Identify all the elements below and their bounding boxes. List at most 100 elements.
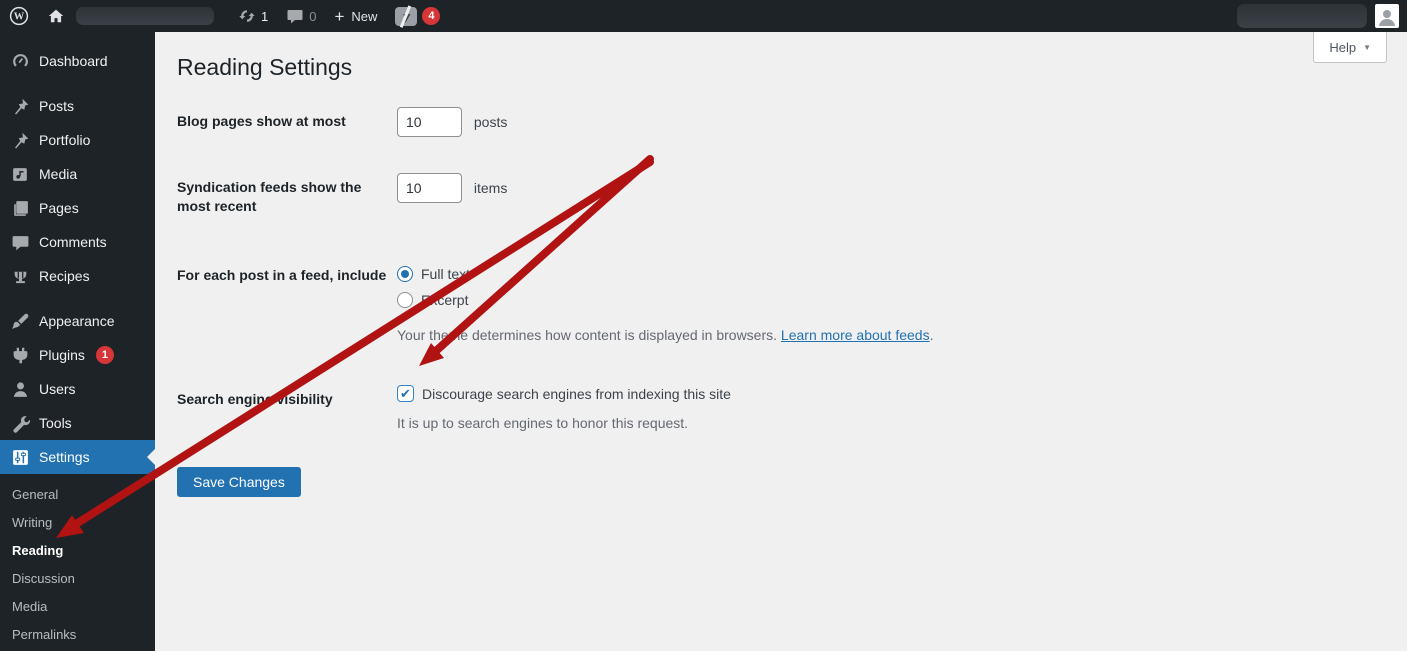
yoast-notification-badge: 4 bbox=[422, 7, 440, 25]
field-label: Search engine visibility bbox=[177, 385, 397, 431]
sidebar-item-pages[interactable]: Pages bbox=[0, 191, 155, 225]
sidebar-item-label: Dashboard bbox=[39, 53, 108, 69]
pushpin-icon bbox=[10, 96, 30, 116]
wordpress-logo-icon: W bbox=[9, 6, 29, 26]
submenu-item-permalinks[interactable]: Permalinks bbox=[0, 620, 155, 648]
blurred-account-name[interactable] bbox=[1237, 4, 1367, 28]
person-silhouette-icon bbox=[1377, 8, 1397, 26]
search-engine-visibility-row: Search engine visibility ✔ Discourage se… bbox=[177, 385, 1387, 431]
sidebar-item-tools[interactable]: Tools bbox=[0, 406, 155, 440]
field-suffix: posts bbox=[474, 114, 507, 130]
help-label: Help bbox=[1329, 40, 1356, 55]
chevron-down-icon: ▼ bbox=[1363, 43, 1371, 52]
yoast-seo-menu[interactable]: y 4 bbox=[386, 0, 449, 32]
submenu-label: Reading bbox=[12, 543, 63, 558]
sidebar-item-recipes[interactable]: Recipes bbox=[0, 259, 155, 293]
menu-separator bbox=[0, 78, 155, 89]
media-icon bbox=[10, 164, 30, 184]
sliders-icon bbox=[10, 447, 30, 467]
blurred-site-title[interactable] bbox=[76, 7, 214, 25]
sidebar-item-media[interactable]: Media bbox=[0, 157, 155, 191]
comments-count: 0 bbox=[309, 9, 316, 24]
submenu-item-reading[interactable]: Reading bbox=[0, 536, 155, 564]
plugin-icon bbox=[10, 345, 30, 365]
sidebar-item-label: Portfolio bbox=[39, 132, 90, 148]
sidebar-item-label: Recipes bbox=[39, 268, 90, 284]
save-changes-button[interactable]: Save Changes bbox=[177, 467, 301, 497]
menu-separator bbox=[0, 293, 155, 304]
radio-label: Excerpt bbox=[421, 292, 468, 308]
pushpin-icon bbox=[10, 130, 30, 150]
dashboard-icon bbox=[10, 51, 30, 71]
discourage-indexing-option[interactable]: ✔ Discourage search engines from indexin… bbox=[397, 385, 731, 402]
full-text-option[interactable]: Full text bbox=[397, 261, 933, 287]
admin-sidebar: Dashboard Posts Portfolio Media Pages bbox=[0, 32, 155, 651]
admin-bar-right bbox=[1237, 4, 1407, 28]
radio-label: Full text bbox=[421, 266, 470, 282]
avatar[interactable] bbox=[1375, 4, 1399, 28]
blog-pages-input[interactable] bbox=[397, 107, 462, 137]
submenu-item-general[interactable]: General bbox=[0, 480, 155, 508]
sidebar-item-appearance[interactable]: Appearance bbox=[0, 304, 155, 338]
feed-content-row: For each post in a feed, include Full te… bbox=[177, 261, 1387, 343]
sidebar-item-plugins[interactable]: Plugins 1 bbox=[0, 338, 155, 372]
admin-bar: W 1 0 + New y 4 bbox=[0, 0, 1407, 32]
wordpress-logo-menu[interactable]: W bbox=[0, 0, 38, 32]
excerpt-radio[interactable] bbox=[397, 292, 413, 308]
user-icon bbox=[10, 379, 30, 399]
sidebar-item-label: Comments bbox=[39, 234, 107, 250]
sidebar-item-comments[interactable]: Comments bbox=[0, 225, 155, 259]
submenu-item-media[interactable]: Media bbox=[0, 592, 155, 620]
sidebar-item-posts[interactable]: Posts bbox=[0, 89, 155, 123]
page-title: Reading Settings bbox=[177, 53, 1387, 83]
new-content-menu[interactable]: + New bbox=[325, 0, 386, 32]
sidebar-item-settings[interactable]: Settings bbox=[0, 440, 155, 474]
submenu-item-writing[interactable]: Writing bbox=[0, 508, 155, 536]
pages-icon bbox=[10, 198, 30, 218]
field-label: For each post in a feed, include bbox=[177, 261, 397, 343]
feed-note: Your theme determines how content is dis… bbox=[397, 327, 933, 343]
blog-pages-row: Blog pages show at most posts bbox=[177, 107, 1387, 137]
submenu-label: General bbox=[12, 487, 58, 502]
sidebar-item-portfolio[interactable]: Portfolio bbox=[0, 123, 155, 157]
updates-count: 1 bbox=[261, 9, 268, 24]
home-icon bbox=[47, 7, 65, 25]
comments-indicator[interactable]: 0 bbox=[277, 0, 325, 32]
excerpt-option[interactable]: Excerpt bbox=[397, 287, 933, 313]
admin-menu: Dashboard Posts Portfolio Media Pages bbox=[0, 32, 155, 474]
sidebar-item-label: Media bbox=[39, 166, 77, 182]
trophy-icon bbox=[10, 266, 30, 286]
submenu-label: Media bbox=[12, 599, 47, 614]
submenu-item-discussion[interactable]: Discussion bbox=[0, 564, 155, 592]
brush-icon bbox=[10, 311, 30, 331]
feed-items-input[interactable] bbox=[397, 173, 462, 203]
update-arrows-icon bbox=[238, 7, 256, 25]
sidebar-item-label: Tools bbox=[39, 415, 72, 431]
sidebar-item-label: Appearance bbox=[39, 313, 115, 329]
submenu-label: Discussion bbox=[12, 571, 75, 586]
discourage-indexing-checkbox[interactable]: ✔ bbox=[397, 385, 414, 402]
submenu-label: Permalinks bbox=[12, 627, 76, 642]
submenu-label: Writing bbox=[12, 515, 52, 530]
field-label: Blog pages show at most bbox=[177, 107, 397, 137]
sidebar-item-label: Plugins bbox=[39, 347, 85, 363]
checkbox-label: Discourage search engines from indexing … bbox=[422, 386, 731, 402]
feed-note-period: . bbox=[930, 327, 934, 343]
new-label: New bbox=[351, 9, 377, 24]
updates-indicator[interactable]: 1 bbox=[229, 0, 277, 32]
sidebar-item-label: Posts bbox=[39, 98, 74, 114]
honor-request-note: It is up to search engines to honor this… bbox=[397, 415, 731, 431]
checkmark-icon: ✔ bbox=[400, 387, 411, 400]
full-text-radio[interactable] bbox=[397, 266, 413, 282]
feed-note-text: Your theme determines how content is dis… bbox=[397, 327, 777, 343]
help-button[interactable]: Help ▼ bbox=[1313, 32, 1387, 63]
sidebar-item-users[interactable]: Users bbox=[0, 372, 155, 406]
sidebar-item-label: Users bbox=[39, 381, 76, 397]
field-suffix: items bbox=[474, 180, 507, 196]
sidebar-item-label: Pages bbox=[39, 200, 79, 216]
learn-more-feeds-link[interactable]: Learn more about feeds bbox=[781, 327, 930, 343]
comment-bubble-icon bbox=[286, 7, 304, 25]
sidebar-item-dashboard[interactable]: Dashboard bbox=[0, 44, 155, 78]
site-home-link[interactable] bbox=[38, 0, 229, 32]
sidebar-item-label: Settings bbox=[39, 449, 90, 465]
